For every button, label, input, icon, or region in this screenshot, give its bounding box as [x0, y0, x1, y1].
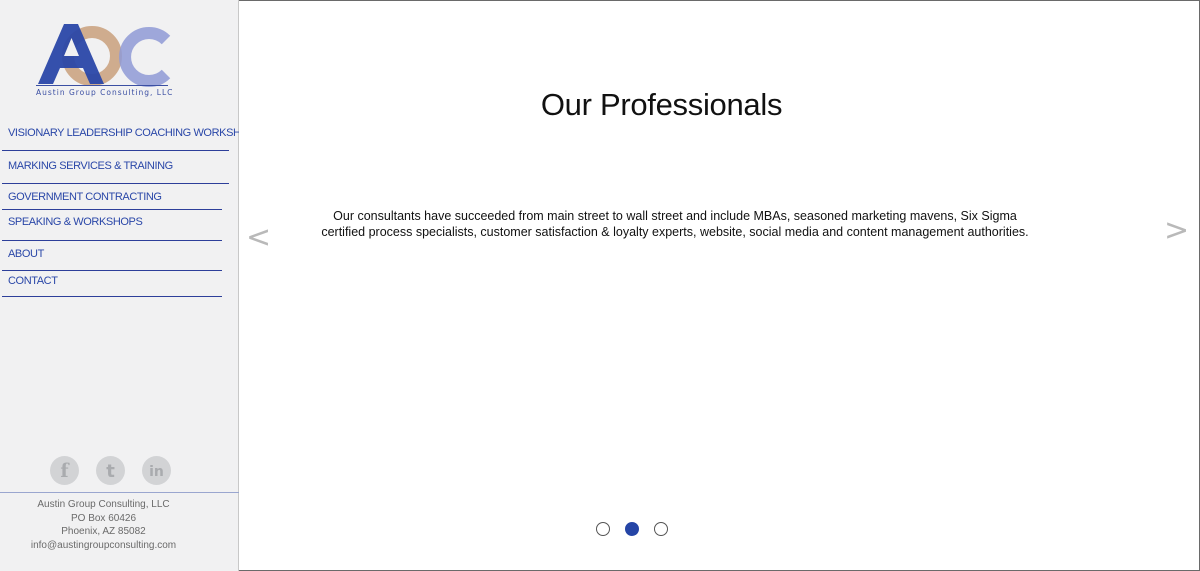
carousel-dots: [596, 522, 668, 536]
nav-divider: [2, 183, 229, 184]
svg-text:f: f: [60, 460, 70, 482]
nav-divider: [2, 296, 222, 297]
slide-title: Our Professionals: [540, 87, 783, 122]
carousel-dot-1[interactable]: [596, 522, 610, 536]
nav-item-visionary-leadership[interactable]: VISIONARY LEADERSHIP COACHING WORKSHOP: [8, 127, 256, 139]
logo-underline: [36, 85, 168, 86]
prev-arrow-icon[interactable]: <: [246, 223, 271, 253]
footer-divider: [0, 492, 239, 493]
slide-description: Our consultants have succeeded from main…: [321, 209, 1029, 239]
nav-item-contact[interactable]: CONTACT: [8, 275, 58, 287]
carousel: Our Professionals Our consultants have s…: [239, 0, 1200, 571]
social-links: f t in: [50, 456, 171, 485]
address-company: Austin Group Consulting, LLC: [37, 499, 170, 510]
carousel-dot-2[interactable]: [625, 522, 639, 536]
linkedin-icon[interactable]: in: [142, 456, 171, 485]
nav-item-about[interactable]: ABOUT: [8, 248, 44, 260]
facebook-icon[interactable]: f: [50, 456, 79, 485]
nav-divider: [2, 209, 222, 210]
nav-divider: [2, 150, 229, 151]
twitter-icon[interactable]: t: [96, 456, 125, 485]
svg-text:in: in: [149, 464, 164, 480]
logo-caption: Austin Group Consulting, LLC: [36, 88, 174, 97]
nav-item-government-contracting[interactable]: GOVERNMENT CONTRACTING: [8, 191, 162, 203]
company-address: Austin Group Consulting, LLC PO Box 6042…: [0, 498, 207, 552]
svg-text:t: t: [106, 461, 115, 482]
carousel-dot-3[interactable]: [654, 522, 668, 536]
address-email[interactable]: info@austingroupconsulting.com: [0, 539, 207, 553]
nav-item-speaking-workshops[interactable]: SPEAKING & WORKSHOPS: [8, 216, 143, 228]
nav-item-marking-services[interactable]: MARKING SERVICES & TRAINING: [8, 160, 173, 172]
sidebar: Austin Group Consulting, LLC VISIONARY L…: [0, 0, 256, 571]
nav-divider: [2, 240, 222, 241]
address-po-box: PO Box 60426: [70, 512, 137, 524]
nav-divider: [2, 270, 222, 271]
address-city: Phoenix, AZ 85082: [61, 526, 146, 537]
next-arrow-icon[interactable]: >: [1164, 216, 1189, 246]
